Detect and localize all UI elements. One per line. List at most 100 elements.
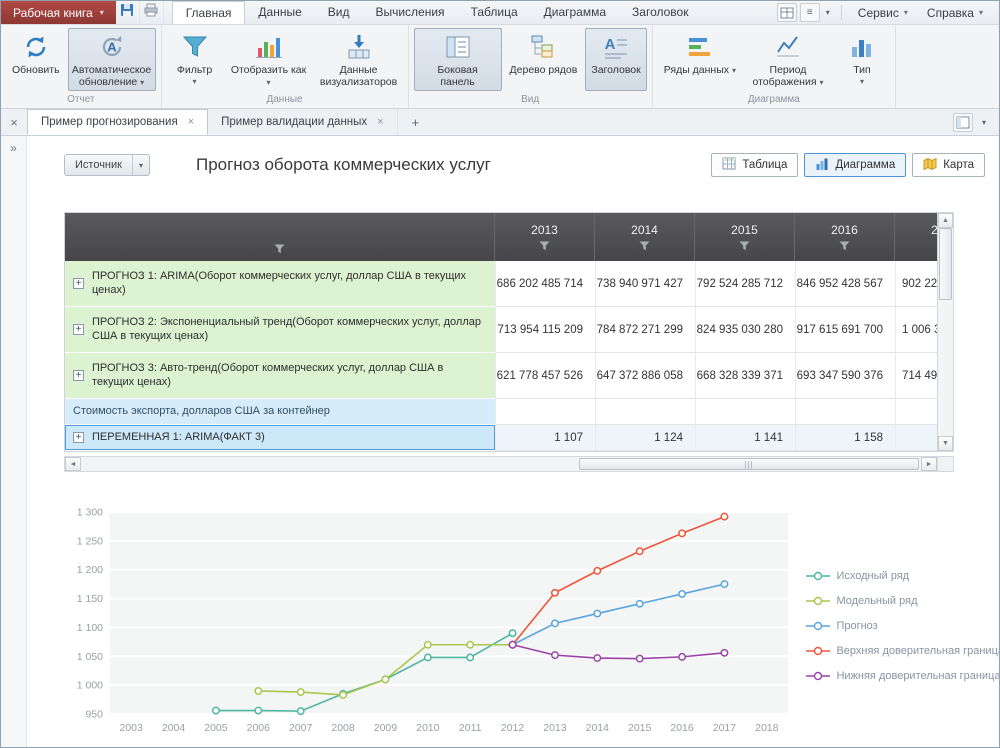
table-cell[interactable]: 846 952 428 567 bbox=[795, 261, 895, 307]
row-label[interactable]: +ПРОГНОЗ 3: Авто-тренд(Оборот коммерческ… bbox=[65, 353, 495, 399]
visualizer-data-button[interactable]: Данные визуализаторов bbox=[315, 28, 403, 91]
table-cell[interactable]: 917 615 691 700 bbox=[795, 307, 895, 353]
column-header-2016[interactable]: 2016 bbox=[795, 213, 895, 261]
row-label[interactable]: +ПРОГНОЗ 1: ARIMA(Оборот коммерческих ус… bbox=[65, 261, 495, 307]
document-tab-1[interactable]: Пример валидации данных× bbox=[208, 109, 397, 135]
scroll-down-button[interactable]: ▼ bbox=[938, 436, 953, 451]
vertical-scrollbar[interactable]: ▲ ▼ bbox=[938, 212, 954, 452]
scroll-left-button[interactable]: ◄ bbox=[65, 457, 81, 471]
expand-panel-icon[interactable]: » bbox=[10, 141, 17, 155]
table-cell[interactable] bbox=[895, 425, 938, 451]
horizontal-scrollbar[interactable]: ◄ ||| ► bbox=[64, 456, 938, 472]
table-cell[interactable] bbox=[695, 399, 795, 425]
view-chart-button[interactable]: Диаграмма bbox=[804, 153, 906, 177]
table-cell[interactable]: 714 494 bbox=[895, 353, 938, 399]
legend-item-3[interactable]: Верхняя доверительная граница bbox=[806, 645, 1000, 657]
chart-type-button[interactable]: Тип▾ bbox=[834, 28, 890, 91]
vertical-scroll-thumb[interactable] bbox=[939, 228, 952, 300]
expand-icon[interactable]: + bbox=[73, 432, 84, 443]
table-cell[interactable]: 784 872 271 299 bbox=[595, 307, 695, 353]
header-button[interactable]: A Заголовок bbox=[585, 28, 646, 91]
table-cell[interactable]: 1 141 bbox=[695, 425, 795, 451]
menu-tab-3[interactable]: Вычисления bbox=[362, 1, 457, 24]
menu-tab-2[interactable]: Вид bbox=[315, 1, 363, 24]
close-pane-icon[interactable]: × bbox=[10, 116, 18, 129]
column-header-2017[interactable]: 2017 bbox=[895, 213, 938, 261]
window-grid-icon[interactable] bbox=[777, 3, 797, 22]
menu-tab-1[interactable]: Данные bbox=[245, 1, 314, 24]
vertical-scroll-track[interactable] bbox=[938, 228, 953, 436]
filter-icon[interactable] bbox=[839, 241, 850, 251]
table-cell[interactable]: 792 524 285 712 bbox=[695, 261, 795, 307]
legend-item-4[interactable]: Нижняя доверительная граница bbox=[806, 670, 1000, 682]
workbook-menu-button[interactable]: Рабочая книга ▾ bbox=[1, 1, 116, 24]
table-cell[interactable]: 621 778 457 526 bbox=[495, 353, 595, 399]
legend-item-2[interactable]: Прогноз bbox=[806, 620, 1000, 632]
table-cell[interactable]: 824 935 030 280 bbox=[695, 307, 795, 353]
save-button[interactable] bbox=[116, 1, 140, 24]
menu-tab-5[interactable]: Диаграмма bbox=[531, 1, 619, 24]
print-preview-button[interactable] bbox=[140, 1, 164, 24]
close-tab-icon[interactable]: × bbox=[188, 116, 194, 128]
list-icon[interactable]: ≡ bbox=[800, 3, 820, 22]
side-panel-button[interactable]: Боковая панель bbox=[414, 28, 502, 91]
row-label[interactable]: +ПРОГНОЗ 2: Экспоненциальный тренд(Оборо… bbox=[65, 307, 495, 353]
table-cell[interactable]: 1 158 bbox=[795, 425, 895, 451]
column-header-2014[interactable]: 2014 bbox=[595, 213, 695, 261]
table-cell[interactable]: 1 124 bbox=[595, 425, 695, 451]
table-cell[interactable]: 713 954 115 209 bbox=[495, 307, 595, 353]
expand-icon[interactable]: + bbox=[73, 370, 84, 381]
menu-tab-6[interactable]: Заголовок bbox=[619, 1, 701, 24]
table-cell[interactable] bbox=[795, 399, 895, 425]
expand-icon[interactable]: + bbox=[73, 324, 84, 335]
menu-tab-0[interactable]: Главная bbox=[172, 1, 246, 24]
filter-icon[interactable] bbox=[639, 241, 650, 251]
view-table-button[interactable]: Таблица bbox=[711, 153, 798, 177]
document-tab-0[interactable]: Пример прогнозирования× bbox=[27, 109, 208, 135]
menu-help[interactable]: Справка ▾ bbox=[919, 6, 991, 20]
table-cell[interactable]: 1 006 383 bbox=[895, 307, 938, 353]
panel-layout-icon[interactable] bbox=[953, 113, 973, 132]
filter-button[interactable]: Фильтр▾ bbox=[167, 28, 223, 91]
table-cell[interactable]: 738 940 971 427 bbox=[595, 261, 695, 307]
view-map-button[interactable]: Карта bbox=[912, 153, 985, 177]
legend-item-0[interactable]: Исходный ряд bbox=[806, 570, 1000, 582]
scroll-up-button[interactable]: ▲ bbox=[938, 213, 953, 228]
menu-tab-4[interactable]: Таблица bbox=[458, 1, 531, 24]
auto-refresh-button[interactable]: A Автоматическое обновление ▾ bbox=[68, 28, 156, 91]
table-cell[interactable]: 1 107 bbox=[495, 425, 595, 451]
table-cell[interactable]: 647 372 886 058 bbox=[595, 353, 695, 399]
display-as-button[interactable]: Отобразить как ▾ bbox=[225, 28, 313, 91]
data-series-button[interactable]: Ряды данных ▾ bbox=[658, 28, 742, 91]
filter-icon[interactable] bbox=[739, 241, 750, 251]
row-header-column[interactable] bbox=[65, 213, 495, 261]
legend-item-1[interactable]: Модельный ряд bbox=[806, 595, 1000, 607]
chevron-down-icon[interactable]: ▾ bbox=[823, 8, 833, 17]
row-label[interactable]: Стоимость экспорта, долларов США за конт… bbox=[65, 399, 495, 425]
chevron-down-icon[interactable]: ▾ bbox=[979, 118, 989, 127]
table-cell[interactable]: 693 347 590 376 bbox=[795, 353, 895, 399]
source-button[interactable]: Источник ▾ bbox=[64, 154, 150, 176]
display-period-button[interactable]: Период отображения ▾ bbox=[744, 28, 832, 91]
table-cell[interactable] bbox=[495, 399, 595, 425]
table-cell[interactable]: 686 202 485 714 bbox=[495, 261, 595, 307]
new-tab-button[interactable]: + bbox=[398, 109, 434, 135]
table-cell[interactable]: 902 225 bbox=[895, 261, 938, 307]
column-header-2015[interactable]: 2015 bbox=[695, 213, 795, 261]
scroll-right-button[interactable]: ► bbox=[921, 457, 937, 471]
close-tab-icon[interactable]: × bbox=[377, 116, 383, 128]
column-header-2013[interactable]: 2013 bbox=[495, 213, 595, 261]
expand-icon[interactable]: + bbox=[73, 278, 84, 289]
table-cell[interactable] bbox=[595, 399, 695, 425]
refresh-button[interactable]: Обновить bbox=[6, 28, 66, 91]
horizontal-scroll-thumb[interactable]: ||| bbox=[579, 458, 919, 470]
filter-icon[interactable] bbox=[274, 244, 285, 254]
series-tree-button[interactable]: Дерево рядов bbox=[504, 28, 584, 91]
x-tick-label: 2014 bbox=[586, 722, 610, 734]
horizontal-scroll-track[interactable]: ||| bbox=[81, 457, 921, 471]
menu-service[interactable]: Сервис ▾ bbox=[850, 6, 916, 20]
table-cell[interactable] bbox=[895, 399, 938, 425]
row-label[interactable]: +ПЕРЕМЕННАЯ 1: ARIMA(ФАКТ 3) bbox=[65, 425, 495, 451]
table-cell[interactable]: 668 328 339 371 bbox=[695, 353, 795, 399]
filter-icon[interactable] bbox=[539, 241, 550, 251]
